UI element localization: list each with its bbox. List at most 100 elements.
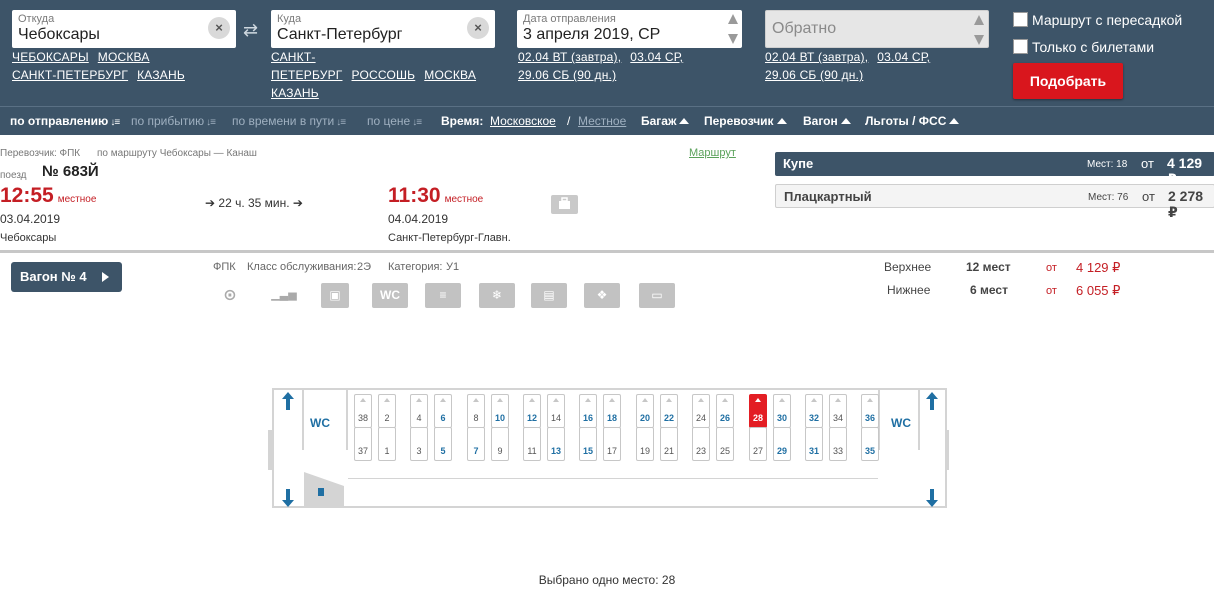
from-field-value[interactable]: Чебоксары (18, 26, 100, 44)
to-field-value[interactable]: Санкт-Петербург (277, 26, 402, 44)
date-field[interactable]: Дата отправления 3 апреля 2019, СР (517, 10, 742, 48)
filter-car[interactable]: Вагон (803, 114, 851, 128)
seat-23[interactable]: 23 (692, 427, 710, 461)
seat-4[interactable]: 4 (410, 394, 428, 428)
filter-benefits[interactable]: Льготы / ФСС (865, 114, 960, 128)
return-quick-links: 02.04 ВТ (завтра), 03.04 СР, 29.06 СБ (90… (765, 48, 1005, 84)
return-spinner-icon[interactable] (973, 15, 985, 45)
seat-2[interactable]: 2 (378, 394, 396, 428)
tariff-kupe[interactable]: Купе Мест: 18 от 4 129 ₽ (775, 152, 1214, 187)
seat-28[interactable]: 28 (749, 394, 767, 428)
seat-32[interactable]: 32 (805, 394, 823, 428)
return-link[interactable]: 03.04 СР, (877, 50, 930, 64)
seat-36[interactable]: 36 (861, 394, 879, 428)
seat-35[interactable]: 35 (861, 427, 879, 461)
car-class-value[interactable]: 2Э (357, 261, 371, 273)
climate-chart-icon: ▁▃▅ (271, 289, 297, 301)
return-link[interactable]: 29.06 СБ (90 дн.) (765, 68, 863, 82)
wagon-select-button[interactable]: Вагон № 4 (11, 262, 122, 292)
seat-9[interactable]: 9 (491, 427, 509, 461)
seat-7[interactable]: 7 (467, 427, 485, 461)
date-link[interactable]: 29.06 СБ (90 дн.) (518, 68, 616, 82)
to-link[interactable]: КАЗАНЬ (271, 86, 319, 100)
sort-by-price[interactable]: по цене ↓≡ (367, 114, 422, 128)
seat-37[interactable]: 37 (354, 427, 372, 461)
return-date-field[interactable]: Обратно (765, 10, 989, 48)
transfer-checkbox-box[interactable] (1013, 12, 1028, 27)
date-spinner-icon[interactable] (727, 14, 739, 44)
to-clear-icon[interactable]: × (467, 17, 489, 39)
tariff-platskart[interactable]: Плацкартный Мест: 76 от 2 278 ₽ (775, 184, 1214, 220)
date-field-value[interactable]: 3 апреля 2019, СР (523, 26, 660, 44)
tickets-only-checkbox[interactable]: Только с билетами (1013, 39, 1154, 55)
tickets-only-checkbox-box[interactable] (1013, 39, 1028, 54)
filter-carrier[interactable]: Перевозчик (704, 114, 787, 128)
seat-24[interactable]: 24 (692, 394, 710, 428)
return-link[interactable]: 02.04 ВТ (завтра), (765, 50, 868, 64)
seat-22[interactable]: 22 (660, 394, 678, 428)
seat-19[interactable]: 19 (636, 427, 654, 461)
date-link[interactable]: 02.04 ВТ (завтра), (518, 50, 621, 64)
swap-direction-icon[interactable]: ⇄ (243, 20, 258, 41)
arrival-tz: местное (444, 194, 484, 205)
seat-8[interactable]: 8 (467, 394, 485, 428)
time-mode-moscow[interactable]: Московское (490, 114, 556, 128)
berth-upper-from: от (1046, 262, 1057, 274)
tickets-only-checkbox-label[interactable]: Только с билетами (1032, 39, 1154, 55)
seat-38[interactable]: 38 (354, 394, 372, 428)
seat-29[interactable]: 29 (773, 427, 791, 461)
to-link[interactable]: САНКТ-ПЕТЕРБУРГ (271, 50, 343, 82)
transfer-checkbox[interactable]: Маршрут с пересадкой (1013, 12, 1182, 28)
dropdown-arrow-icon (949, 118, 960, 124)
seat-6[interactable]: 6 (434, 394, 452, 428)
time-mode-local[interactable]: Местное (578, 114, 626, 128)
seat-17[interactable]: 17 (603, 427, 621, 461)
seat-25[interactable]: 25 (716, 427, 734, 461)
seat-20[interactable]: 20 (636, 394, 654, 428)
seat-31[interactable]: 31 (805, 427, 823, 461)
seat-33[interactable]: 33 (829, 427, 847, 461)
date-link[interactable]: 03.04 СР, (630, 50, 683, 64)
seat-13[interactable]: 13 (547, 427, 565, 461)
arrival-time: 11:30 местное (388, 184, 484, 207)
seat-number: 14 (550, 413, 561, 423)
seat-11[interactable]: 11 (523, 427, 541, 461)
seat-5[interactable]: 5 (434, 427, 452, 461)
seat-12[interactable]: 12 (523, 394, 541, 428)
transfer-checkbox-label[interactable]: Маршрут с пересадкой (1032, 12, 1182, 28)
seat-26[interactable]: 26 (716, 394, 734, 428)
exit-up-arrow-icon (926, 392, 938, 410)
search-submit-button[interactable]: Подобрать (1013, 63, 1123, 99)
from-link[interactable]: КАЗАНЬ (137, 68, 185, 82)
train-number[interactable]: № 683Й (42, 163, 99, 180)
seat-3[interactable]: 3 (410, 427, 428, 461)
seat-15[interactable]: 15 (579, 427, 597, 461)
seat-10[interactable]: 10 (491, 394, 509, 428)
to-link[interactable]: РОССОШЬ (352, 68, 416, 82)
from-link[interactable]: ЧЕБОКСАРЫ (12, 50, 89, 64)
filter-baggage[interactable]: Багаж (641, 114, 690, 128)
tariff-seats: Мест: 76 (1088, 192, 1129, 203)
seat-30[interactable]: 30 (773, 394, 791, 428)
sort-by-arrival[interactable]: по прибытию ↓≡ (131, 114, 216, 128)
coupling-left (268, 430, 272, 470)
sort-by-duration[interactable]: по времени в пути ↓≡ (232, 114, 346, 128)
sort-by-departure[interactable]: по отправлению ↓≡ (10, 114, 120, 128)
car-category-value[interactable]: У1 (446, 261, 459, 273)
from-link[interactable]: САНКТ-ПЕТЕРБУРГ (12, 68, 128, 82)
to-field[interactable]: Куда Санкт-Петербург × (271, 10, 495, 48)
seat-21[interactable]: 21 (660, 427, 678, 461)
seat-27[interactable]: 27 (749, 427, 767, 461)
berth-lower-name: Нижнее (887, 283, 931, 297)
route-link[interactable]: Маршрут (689, 147, 736, 159)
seat-18[interactable]: 18 (603, 394, 621, 428)
from-link[interactable]: МОСКВА (98, 50, 150, 64)
seat-14[interactable]: 14 (547, 394, 565, 428)
from-field[interactable]: Откуда Чебоксары × (12, 10, 236, 48)
seat-16[interactable]: 16 (579, 394, 597, 428)
seat-34[interactable]: 34 (829, 394, 847, 428)
from-clear-icon[interactable]: × (208, 17, 230, 39)
seat-number: 36 (864, 413, 875, 423)
to-link[interactable]: МОСКВА (424, 68, 476, 82)
seat-1[interactable]: 1 (378, 427, 396, 461)
